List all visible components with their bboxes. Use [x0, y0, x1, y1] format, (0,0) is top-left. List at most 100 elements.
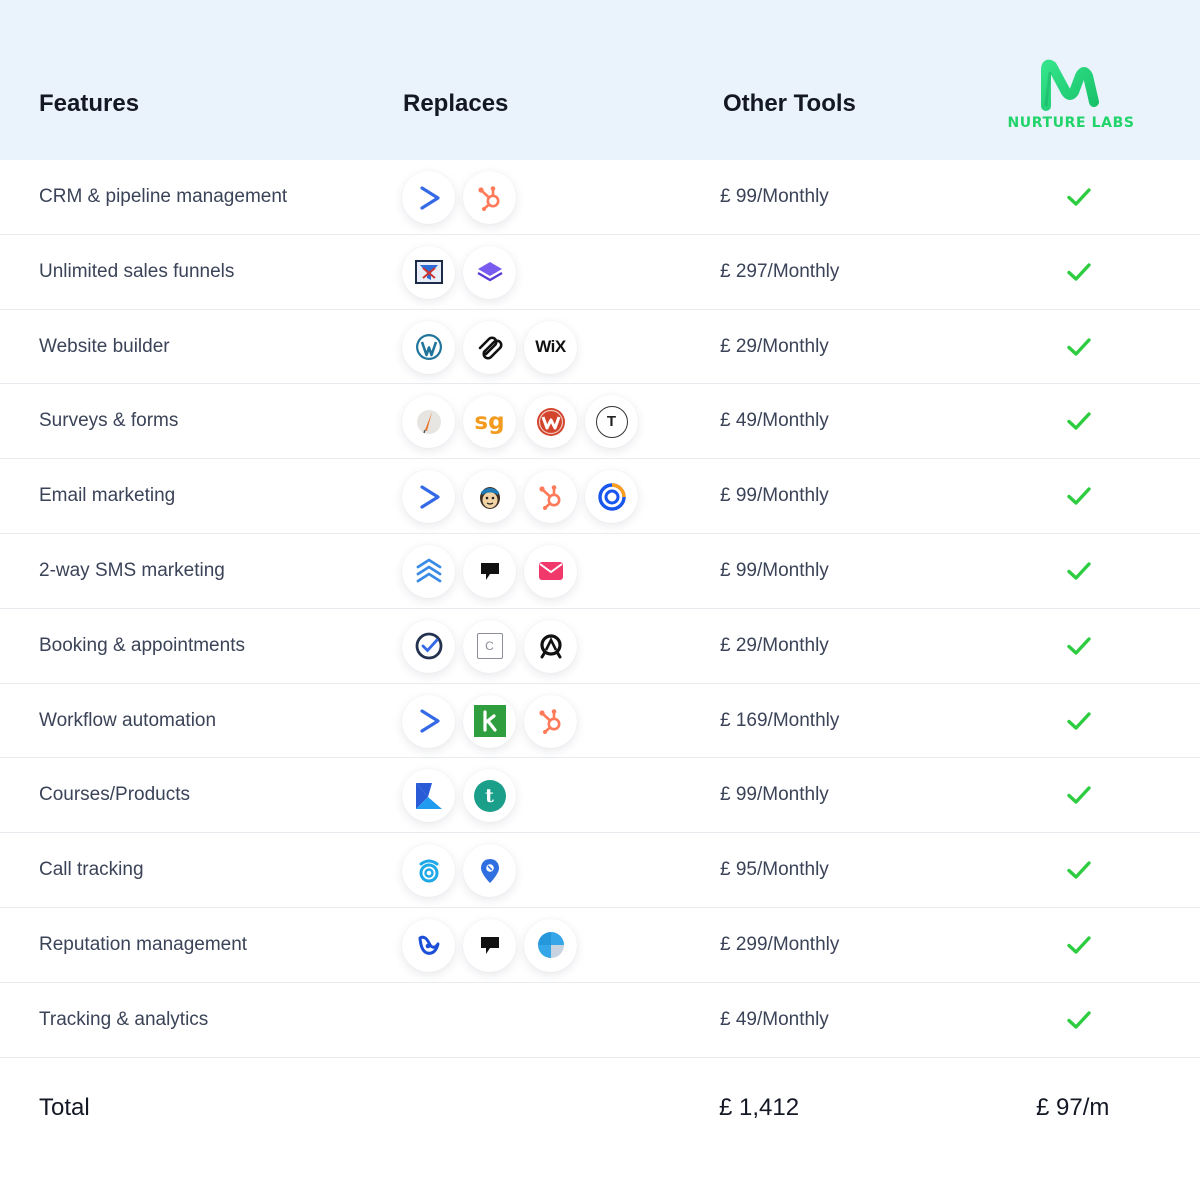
surveygizmo-icon-text: sg	[474, 408, 505, 435]
feature-label: Workflow automation	[39, 709, 217, 731]
table-row: CRM & pipeline management £ 99/Monthly	[0, 160, 1200, 235]
feature-label: CRM & pipeline management	[39, 186, 288, 207]
check-icon	[1066, 1010, 1092, 1030]
other-tools-price: £ 49/Monthly	[720, 1008, 829, 1030]
surveygizmo-icon: sg	[463, 395, 516, 449]
other-tools-price: £ 29/Monthly	[720, 335, 829, 357]
clickfunnels-icon	[402, 245, 455, 299]
teachable-icon: t	[463, 769, 516, 823]
replaced-tools	[402, 918, 577, 973]
replaced-tools	[402, 844, 516, 898]
other-tools-price: £ 297/Monthly	[720, 260, 840, 282]
feature-label: Courses/Products	[39, 784, 191, 806]
teachable-icon-text: t	[473, 779, 506, 812]
column-header-replaces: Replaces	[403, 90, 509, 117]
feature-label: Unlimited sales funnels	[39, 260, 235, 282]
table-row: Website builder WiX £ 29/Monthly	[0, 310, 1200, 385]
table-row: Unlimited sales funnels £ 297/Monthly	[0, 235, 1200, 310]
other-tools-price: £ 99/Monthly	[720, 784, 829, 806]
activecampaign-icon	[402, 470, 455, 524]
podium-icon	[463, 918, 516, 972]
replaced-tools	[402, 544, 577, 599]
check-icon	[1066, 935, 1092, 955]
replaced-tools: t	[402, 769, 516, 823]
replaced-tools: C	[402, 619, 577, 674]
other-tools-price: £ 99/Monthly	[720, 559, 829, 581]
replaced-tools	[402, 470, 638, 524]
table-row: Courses/Products t £ 99/Monthly	[0, 758, 1200, 834]
hubspot-icon	[524, 470, 577, 524]
calendar-icon: C	[463, 619, 516, 673]
feature-label: Website builder	[39, 335, 170, 357]
total-nurture-labs: £ 97/m	[1036, 1094, 1110, 1121]
wix-icon-text: WiX	[535, 337, 566, 357]
yext-icon	[524, 918, 577, 972]
layers-icon	[463, 245, 516, 299]
check-icon	[1066, 860, 1092, 880]
feature-label: Reputation management	[39, 933, 248, 955]
table-row: Email marketing £ 99/Monthly	[0, 459, 1200, 534]
activecampaign-icon	[402, 694, 455, 748]
column-header-features: Features	[39, 90, 140, 117]
check-icon	[1066, 187, 1092, 207]
feature-label: Email marketing	[39, 485, 176, 507]
activecampaign-icon	[402, 171, 455, 224]
birdeye-icon	[402, 918, 455, 972]
table-row: Surveys & forms sg T £ 49/Monthly	[0, 384, 1200, 460]
feature-label: Booking & appointments	[39, 634, 245, 656]
table-row: Booking & appointments C £ 29/Monthly	[0, 609, 1200, 684]
table-row: Tracking & analytics £ 49/Monthly	[0, 983, 1200, 1058]
replaced-tools	[402, 245, 516, 300]
table-header: Features Replaces Other Tools NURTURE LA…	[0, 0, 1200, 160]
other-tools-price: £ 99/Monthly	[720, 186, 829, 207]
total-label: Total	[39, 1094, 90, 1121]
check-icon	[1066, 411, 1092, 431]
other-tools-price: £ 99/Monthly	[720, 485, 829, 507]
typeform-icon: T	[585, 395, 638, 449]
check-icon	[1066, 785, 1092, 805]
check-icon	[1066, 486, 1092, 506]
nurture-labs-mark-icon	[1041, 59, 1099, 111]
other-tools-price: £ 49/Monthly	[720, 410, 829, 432]
mailchimp-icon	[463, 470, 516, 524]
chevrons-stack-icon	[402, 544, 455, 598]
feature-label: Call tracking	[39, 859, 144, 881]
brand-name: NURTURE LABS	[1007, 115, 1135, 131]
keap-icon	[463, 694, 516, 748]
wordpress-icon	[402, 320, 455, 374]
wix-icon: WiX	[524, 320, 577, 374]
calendar-icon-text: C	[476, 633, 503, 660]
other-tools-price: £ 299/Monthly	[720, 933, 840, 955]
features-table: CRM & pipeline management £ 99/Monthly Unl…	[0, 160, 1200, 1058]
hubspot-icon	[463, 171, 516, 224]
nurture-labs-logo: NURTURE LABS	[1000, 58, 1145, 138]
table-row: Reputation management £ 299/Monthly	[0, 908, 1200, 983]
check-circle-icon	[402, 619, 455, 673]
feature-label: 2-way SMS marketing	[39, 559, 225, 581]
feather-pen-icon	[402, 395, 455, 449]
squarespace-icon	[463, 320, 516, 374]
other-tools-price: £ 95/Monthly	[720, 859, 829, 881]
check-icon	[1066, 561, 1092, 581]
replaced-tools	[402, 171, 516, 225]
column-header-other-tools: Other Tools	[723, 90, 856, 117]
check-icon	[1066, 636, 1092, 656]
feature-label: Surveys & forms	[39, 410, 179, 432]
replaced-tools	[402, 694, 577, 749]
feature-label: Tracking & analytics	[39, 1008, 209, 1030]
kajabi-icon	[402, 769, 455, 823]
check-icon	[1066, 337, 1092, 357]
total-other-tools: £ 1,412	[719, 1094, 800, 1121]
total-row: Total £ 1,412 £ 97/m	[0, 1058, 1200, 1158]
mail-envelope-icon	[524, 544, 577, 598]
check-icon	[1066, 262, 1092, 282]
podium-icon	[463, 544, 516, 598]
table-row: Call tracking £ 95/Monthly	[0, 833, 1200, 908]
callrail-icon	[402, 844, 455, 898]
replaced-tools: sg T	[402, 395, 638, 449]
hubspot-icon	[524, 694, 577, 748]
constant-contact-icon	[585, 470, 638, 524]
table-row: Workflow automation £ 169/Monthly	[0, 684, 1200, 759]
typeform-icon-text: T	[595, 405, 628, 438]
other-tools-price: £ 29/Monthly	[720, 634, 829, 656]
